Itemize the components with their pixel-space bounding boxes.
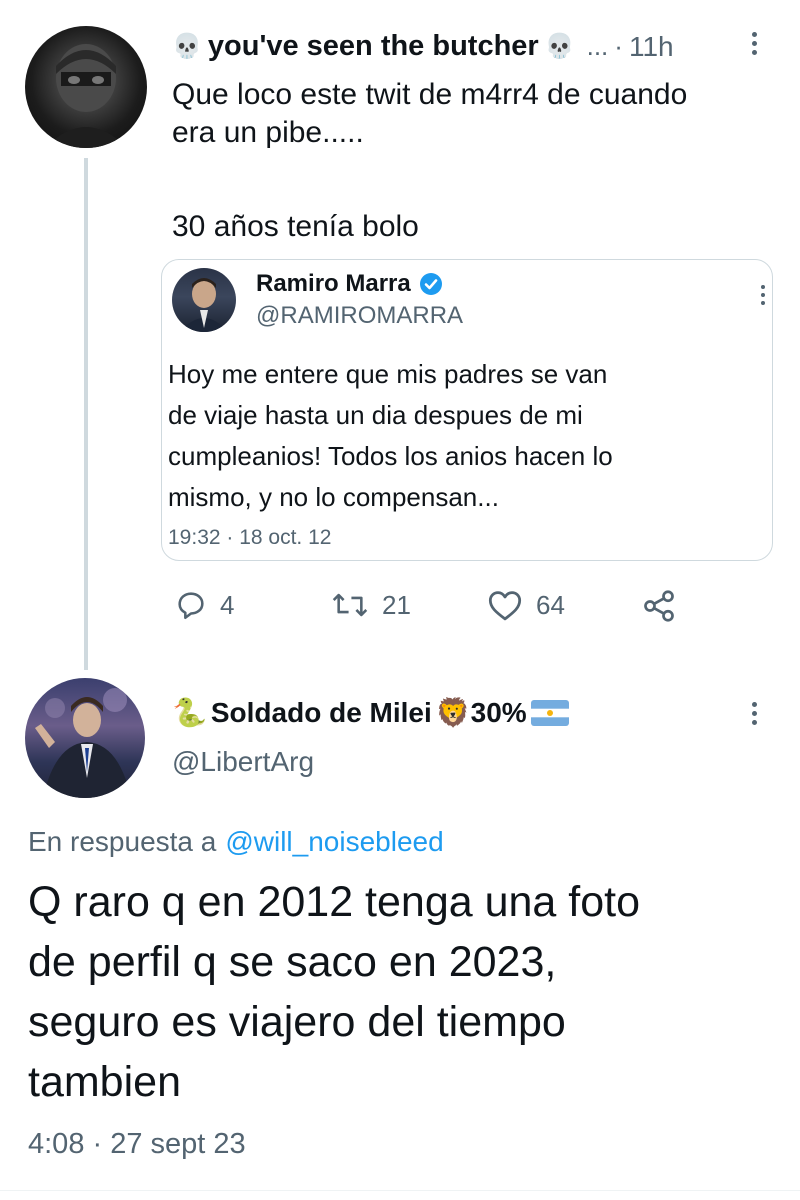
masked-person-avatar <box>45 44 127 148</box>
tweet-text-line: era un pibe..... <box>172 116 364 149</box>
reply-timestamp[interactable]: 4:08 · 27 sept 23 <box>28 1128 246 1161</box>
reply-button[interactable]: 4 <box>174 588 234 622</box>
snake-icon: 🐍 <box>172 697 207 728</box>
like-button[interactable]: 64 <box>486 588 565 622</box>
author-name[interactable]: you've seen the butcher <box>208 30 539 63</box>
quoted-header: Ramiro Marra <box>256 270 443 298</box>
more-options-icon[interactable] <box>752 32 760 59</box>
separator: · <box>614 31 623 61</box>
reply-text-line: seguro es viajero del tiempo <box>28 998 566 1046</box>
reply-text-line: Q raro q en 2012 tenga una foto <box>28 878 641 926</box>
quoted-text: Hoy me entere que mis padres se van de v… <box>168 354 758 518</box>
argentina-flag-icon <box>530 699 569 726</box>
heart-icon <box>488 591 522 621</box>
quoted-text-line: mismo, y no lo compensan... <box>168 482 499 512</box>
reply-icon <box>178 592 204 620</box>
divider <box>0 1190 800 1191</box>
quoted-more-options-icon[interactable] <box>761 285 769 309</box>
in-reply-to-label: En respuesta a <box>28 826 217 857</box>
quoted-text-line: Hoy me entere que mis padres se van <box>168 359 608 389</box>
reply-text: Q raro q en 2012 tenga una foto de perfi… <box>28 872 778 1112</box>
reply-name-suffix: 🦁30% <box>435 697 527 728</box>
quoted-author-handle: @RAMIROMARRA <box>256 302 464 329</box>
skull-icon: 💀 <box>544 33 575 60</box>
person-avatar-icon <box>35 688 131 798</box>
tweet-text: Que loco este twit de m4rr4 de cuando er… <box>172 76 772 246</box>
quoted-timestamp: 19:32 · 18 oct. 12 <box>168 526 332 549</box>
reply-text-line: tambien <box>28 1058 181 1106</box>
share-icon <box>644 590 674 622</box>
tweet-text-line: 30 años tenía bolo <box>172 210 419 243</box>
reply-author-name[interactable]: Soldado de Milei <box>211 697 432 729</box>
quoted-author-avatar <box>172 268 236 332</box>
author-avatar[interactable] <box>25 26 147 148</box>
tweet-text-line: Que loco este twit de m4rr4 de cuando <box>172 78 688 111</box>
reply-more-options-icon[interactable] <box>752 702 760 729</box>
retweet-count: 21 <box>382 589 411 620</box>
reply-count: 4 <box>220 589 235 620</box>
thread-connector-line <box>84 158 88 670</box>
quoted-text-line: cumpleanios! Todos los anios hacen lo <box>168 441 613 471</box>
retweet-button[interactable]: 21 <box>330 588 411 622</box>
verified-badge-icon <box>419 273 442 295</box>
share-button[interactable] <box>640 588 690 624</box>
skull-icon: 💀 <box>172 33 202 60</box>
retweet-icon <box>332 593 368 617</box>
quoted-text-line: de viaje hasta un dia despues de mi <box>168 400 583 430</box>
in-reply-to-link[interactable]: @will_noisebleed <box>225 826 443 858</box>
like-count: 64 <box>536 589 565 620</box>
reply-author-header: 🐍 Soldado de Milei 🦁30% <box>172 696 569 729</box>
reply-author-handle[interactable]: @LibertArg <box>172 746 314 778</box>
tweet-time[interactable]: 11h <box>629 31 674 63</box>
author-header: 💀 you've seen the butcher 💀 ... · 11h <box>172 30 674 63</box>
quoted-author-name: Ramiro Marra <box>256 270 411 297</box>
reply-text-line: de perfil q se saco en 2023, <box>28 938 557 986</box>
in-reply-to: En respuesta a @will_noisebleed <box>28 826 444 858</box>
person-avatar-icon <box>180 278 228 332</box>
author-handle[interactable]: ... <box>587 31 609 62</box>
reply-author-avatar[interactable] <box>25 678 145 798</box>
